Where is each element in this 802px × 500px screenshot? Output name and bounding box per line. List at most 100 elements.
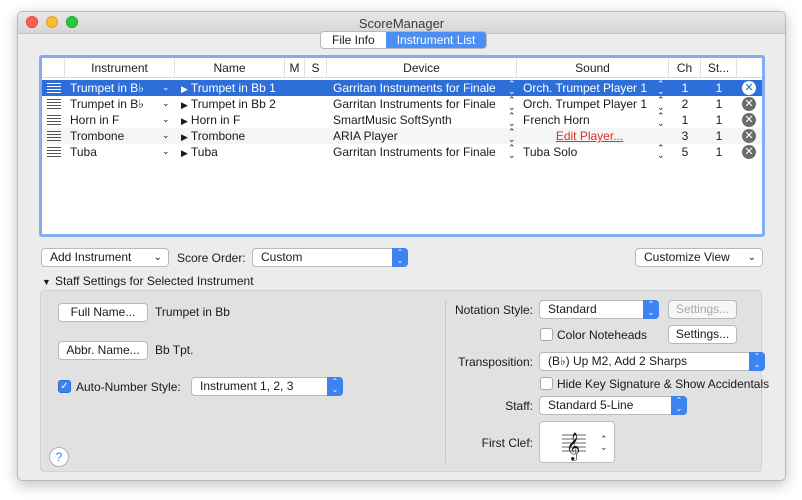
table-row[interactable]: Horn in F ⌄ ▶ Horn in F SmartMusic SoftSy…	[42, 112, 762, 128]
drag-handle-icon[interactable]	[47, 99, 61, 109]
row-channel[interactable]: 5	[679, 144, 691, 160]
updown-chevron-icon[interactable]: ⌃ ⌄	[508, 112, 516, 128]
tab-instrument-list[interactable]: Instrument List	[385, 32, 487, 48]
hide-key-label: Hide Key Signature & Show Accidentals	[557, 377, 770, 391]
row-staff[interactable]: 1	[713, 80, 725, 96]
row-name[interactable]: ▶ Trumpet in Bb 1	[181, 80, 285, 96]
remove-instrument-icon[interactable]: ✕	[742, 81, 756, 95]
customize-view-popup[interactable]: Customize View ⌄	[635, 248, 763, 267]
customize-view-label: Customize View	[644, 250, 730, 264]
row-sound[interactable]: Tuba Solo	[523, 144, 656, 160]
updown-chevron-icon: ⌃ ⌄	[671, 396, 687, 415]
header-instrument[interactable]: Instrument	[65, 58, 175, 78]
remove-instrument-icon[interactable]: ✕	[742, 129, 756, 143]
row-staff[interactable]: 1	[713, 96, 725, 112]
header-staff[interactable]: St...	[701, 58, 737, 78]
row-instrument[interactable]: Trumpet in B♭	[70, 80, 165, 96]
auto-number-popup[interactable]: Instrument 1, 2, 3 ⌃ ⌄	[191, 377, 343, 396]
help-button[interactable]: ?	[49, 447, 69, 467]
row-staff[interactable]: 1	[713, 144, 725, 160]
chevron-down-icon[interactable]: ⌄	[162, 130, 170, 141]
chevron-down-icon[interactable]: ⌄	[162, 98, 170, 109]
header-sound[interactable]: Sound	[517, 58, 669, 78]
updown-chevron-icon[interactable]: ⌃ ⌄	[508, 80, 516, 96]
row-staff[interactable]: 1	[713, 112, 725, 128]
abbr-name-button[interactable]: Abbr. Name...	[58, 341, 148, 360]
notation-style-popup[interactable]: Standard ⌃ ⌄	[539, 300, 659, 319]
row-device[interactable]: SmartMusic SoftSynth	[333, 112, 503, 128]
remove-instrument-icon[interactable]: ✕	[742, 97, 756, 111]
disclosure-triangle-icon[interactable]: ▶	[181, 100, 188, 110]
updown-chevron-icon[interactable]: ⌃ ⌄	[508, 144, 516, 160]
row-sound[interactable]: Orch. Trumpet Player 1	[523, 96, 656, 112]
table-row[interactable]: Trumpet in B♭ ⌄ ▶ Trumpet in Bb 2 Garrita…	[42, 96, 762, 112]
header-channel[interactable]: Ch	[669, 58, 701, 78]
transposition-popup[interactable]: (B♭) Up M2, Add 2 Sharps ⌃ ⌄	[539, 352, 765, 371]
header-solo[interactable]: S	[305, 58, 327, 78]
drag-handle-icon[interactable]	[47, 131, 61, 141]
row-sound[interactable]: Orch. Trumpet Player 1	[523, 80, 656, 96]
row-staff[interactable]: 1	[713, 128, 725, 144]
chevron-down-icon: ⌄	[747, 252, 756, 263]
chevron-down-icon[interactable]: ⌄	[162, 114, 170, 125]
chevron-down-icon[interactable]: ⌄	[162, 82, 170, 93]
row-sound[interactable]: French Horn	[523, 112, 656, 128]
drag-handle-icon[interactable]	[47, 147, 61, 157]
color-settings-button[interactable]: Settings...	[668, 325, 737, 344]
table-header: Instrument Name M S Device Sound Ch St..…	[42, 58, 762, 78]
row-instrument[interactable]: Tuba	[70, 144, 165, 160]
score-order-popup[interactable]: Custom ⌃ ⌄	[252, 248, 408, 267]
row-channel[interactable]: 1	[679, 112, 691, 128]
updown-chevron-icon[interactable]: ⌃ ⌄	[508, 128, 516, 144]
add-instrument-popup[interactable]: Add Instrument ⌄	[41, 248, 169, 267]
drag-handle-icon[interactable]	[47, 115, 61, 125]
row-name[interactable]: ▶ Trombone	[181, 128, 285, 144]
disclosure-triangle-icon[interactable]: ▶	[181, 148, 188, 158]
disclosure-triangle-icon[interactable]: ▶	[181, 116, 188, 126]
disclosure-down-icon[interactable]: ▼	[42, 274, 51, 290]
remove-instrument-icon[interactable]: ✕	[742, 113, 756, 127]
updown-chevron-icon[interactable]: ⌃ ⌄	[657, 96, 665, 112]
header-name[interactable]: Name	[175, 58, 285, 78]
staff-value: Standard 5-Line	[548, 398, 634, 412]
updown-chevron-icon[interactable]: ⌃ ⌄	[657, 80, 665, 96]
table-row[interactable]: Tuba ⌄ ▶ Tuba Garritan Instruments for Fi…	[42, 144, 762, 160]
table-row[interactable]: Trumpet in B♭ ⌄ ▶ Trumpet in Bb 1 Garrita…	[42, 80, 762, 96]
header-device[interactable]: Device	[327, 58, 517, 78]
auto-number-checkbox[interactable]: ✓	[58, 380, 71, 393]
table-row[interactable]: Trombone ⌄ ▶ Trombone ARIA Player ⌃ ⌄ Edit…	[42, 128, 762, 144]
remove-instrument-icon[interactable]: ✕	[742, 145, 756, 159]
disclosure-triangle-icon[interactable]: ▶	[181, 84, 188, 94]
row-name[interactable]: ▶ Horn in F	[181, 112, 285, 128]
tab-file-info[interactable]: File Info	[321, 32, 386, 48]
disclosure-triangle-icon[interactable]: ▶	[181, 132, 188, 142]
row-device[interactable]: Garritan Instruments for Finale	[333, 96, 503, 112]
hide-key-checkbox[interactable]	[540, 377, 553, 390]
notation-settings-button[interactable]: Settings...	[668, 300, 737, 319]
row-instrument[interactable]: Trumpet in B♭	[70, 96, 165, 112]
updown-chevron-icon[interactable]: ⌃ ⌄	[657, 144, 665, 160]
full-name-button[interactable]: Full Name...	[58, 303, 148, 322]
row-channel[interactable]: 1	[679, 80, 691, 96]
first-clef-label: First Clef:	[481, 436, 533, 450]
staff-popup[interactable]: Standard 5-Line ⌃ ⌄	[539, 396, 687, 415]
row-name[interactable]: ▶ Trumpet in Bb 2	[181, 96, 285, 112]
first-clef-selector[interactable]: 𝄞 ⌃ ⌄	[539, 421, 615, 463]
drag-handle-icon[interactable]	[47, 83, 61, 93]
header-mute[interactable]: M	[285, 58, 305, 78]
row-instrument[interactable]: Trombone	[70, 128, 165, 144]
row-device[interactable]: Garritan Instruments for Finale	[333, 80, 503, 96]
row-channel[interactable]: 2	[679, 96, 691, 112]
updown-chevron-icon[interactable]: ⌃ ⌄	[657, 112, 665, 128]
row-name[interactable]: ▶ Tuba	[181, 144, 285, 160]
edit-player-link[interactable]: Edit Player...	[523, 128, 656, 144]
header-drag	[42, 58, 65, 78]
full-name-value: Trumpet in Bb	[155, 305, 230, 319]
color-noteheads-checkbox[interactable]	[540, 328, 553, 341]
row-device[interactable]: ARIA Player	[333, 128, 503, 144]
row-channel[interactable]: 3	[679, 128, 691, 144]
updown-chevron-icon[interactable]: ⌃ ⌄	[508, 96, 516, 112]
row-instrument[interactable]: Horn in F	[70, 112, 165, 128]
chevron-down-icon[interactable]: ⌄	[162, 146, 170, 157]
row-device[interactable]: Garritan Instruments for Finale	[333, 144, 503, 160]
